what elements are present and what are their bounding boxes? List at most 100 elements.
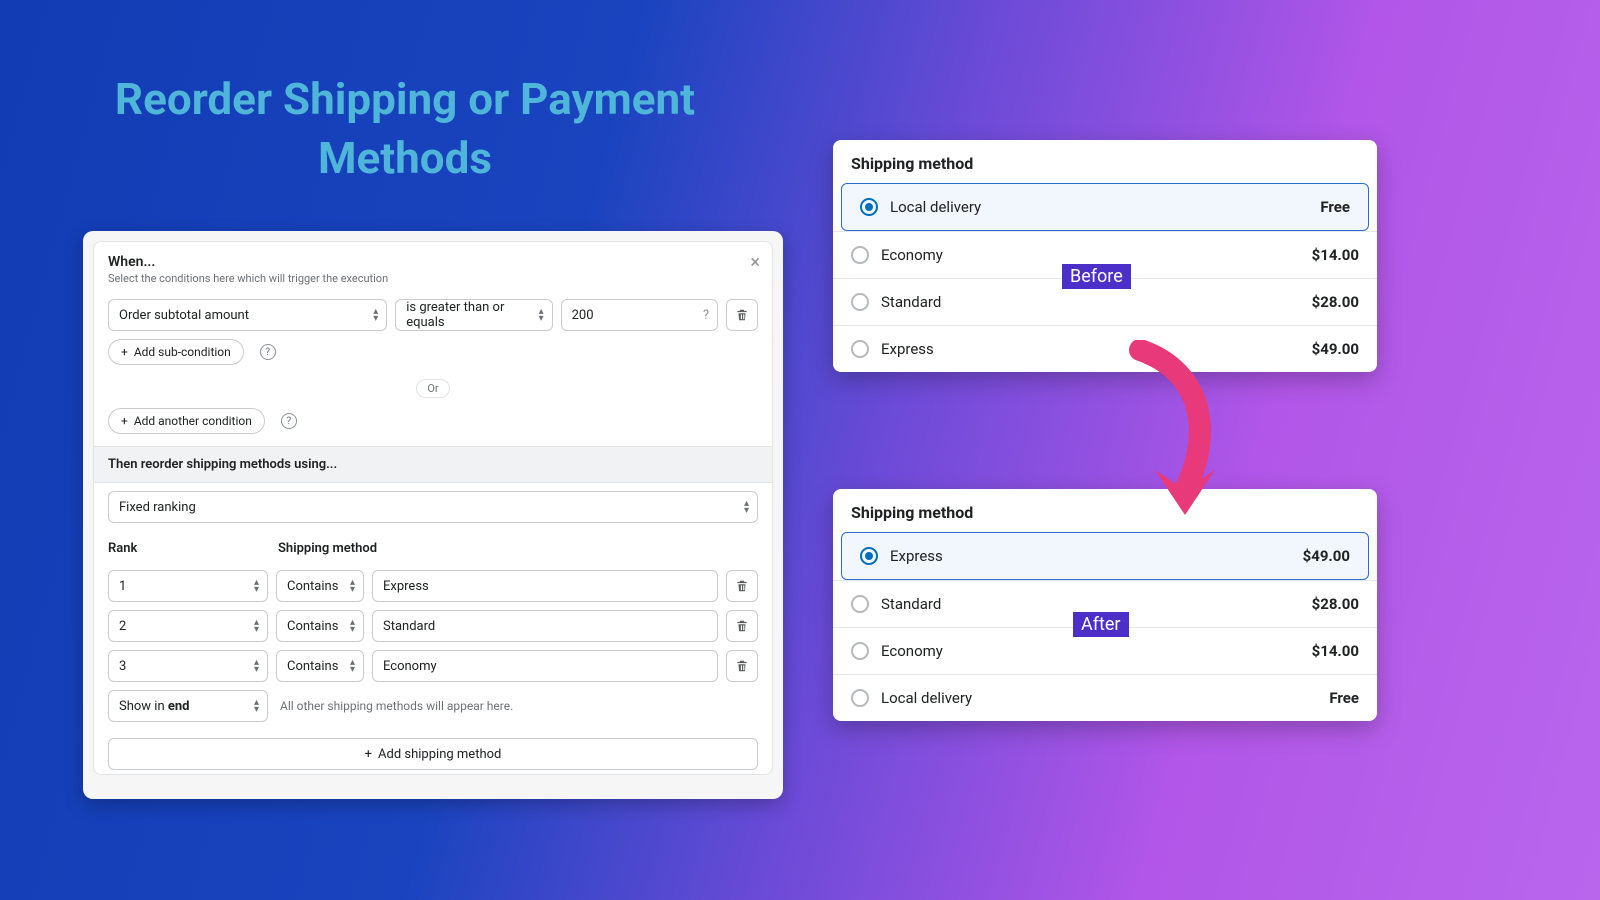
- select-value: 1: [119, 579, 126, 594]
- delete-condition-button[interactable]: [726, 299, 758, 331]
- show-in-end-hint: All other shipping methods will appear h…: [276, 699, 513, 713]
- shipping-option[interactable]: Express $49.00: [841, 532, 1369, 580]
- chevron-updown-icon: [539, 308, 544, 322]
- rank-row-end: Show in end All other shipping methods w…: [94, 686, 772, 730]
- delete-row-button[interactable]: [726, 570, 758, 602]
- trash-icon: [735, 659, 749, 673]
- column-rank-header: Rank: [108, 541, 278, 556]
- rank-select[interactable]: 1: [108, 570, 268, 602]
- chevron-updown-icon: [373, 308, 378, 322]
- condition-field-select[interactable]: Order subtotal amount: [108, 299, 387, 331]
- when-section: When... Select the conditions here which…: [93, 241, 773, 775]
- shipping-name: Economy: [881, 246, 943, 264]
- add-sub-condition-button[interactable]: + Add sub-condition: [108, 339, 244, 365]
- add-shipping-method-button[interactable]: + Add shipping method: [108, 738, 758, 770]
- condition-operator-select[interactable]: is greater than or equals: [395, 299, 552, 331]
- rank-select[interactable]: 3: [108, 650, 268, 682]
- page-title: Reorder Shipping or Payment Methods: [85, 70, 725, 189]
- chevron-updown-icon: [254, 699, 259, 713]
- shipping-price: $49.00: [1312, 340, 1359, 358]
- help-icon[interactable]: ?: [281, 413, 297, 429]
- add-another-condition-button[interactable]: + Add another condition: [108, 408, 265, 434]
- plus-icon: +: [121, 414, 128, 428]
- before-badge: Before: [1062, 264, 1131, 289]
- radio-icon: [860, 547, 878, 565]
- column-method-header: Shipping method: [278, 541, 758, 556]
- select-value: is greater than or equals: [406, 300, 541, 330]
- radio-icon: [851, 340, 869, 358]
- chevron-updown-icon: [254, 579, 259, 593]
- match-operator-select[interactable]: Contains: [276, 610, 364, 642]
- then-heading: Then reorder shipping methods using...: [94, 446, 772, 483]
- shipping-price: $14.00: [1312, 246, 1359, 264]
- button-label: Add sub-condition: [134, 345, 231, 359]
- rank-row: 3 Contains Economy: [94, 646, 772, 686]
- plus-icon: +: [365, 747, 372, 762]
- chevron-updown-icon: [350, 579, 355, 593]
- select-value: Fixed ranking: [119, 500, 196, 515]
- shipping-option[interactable]: Express $49.00: [833, 325, 1377, 372]
- trash-icon: [735, 619, 749, 633]
- shipping-price: $49.00: [1303, 547, 1350, 565]
- show-in-end-select[interactable]: Show in end: [108, 690, 268, 722]
- delete-row-button[interactable]: [726, 650, 758, 682]
- chevron-updown-icon: [254, 619, 259, 633]
- select-value: Contains: [287, 659, 338, 674]
- shipping-name: Standard: [881, 293, 941, 311]
- chevron-updown-icon: [254, 659, 259, 673]
- radio-icon: [851, 293, 869, 311]
- select-value: Contains: [287, 619, 338, 634]
- shipping-price: $14.00: [1312, 642, 1359, 660]
- shipping-option[interactable]: Local delivery Free: [833, 674, 1377, 721]
- when-heading: When...: [108, 254, 758, 270]
- trash-icon: [735, 308, 749, 322]
- rule-editor-panel: When... Select the conditions here which…: [83, 231, 783, 799]
- shipping-price: $28.00: [1312, 293, 1359, 311]
- or-separator: Or: [416, 379, 449, 398]
- condition-value-input[interactable]: 200 ?: [561, 299, 718, 331]
- shipping-name: Economy: [881, 642, 943, 660]
- help-icon[interactable]: ?: [260, 344, 276, 360]
- radio-icon: [860, 198, 878, 216]
- arrow-icon: [1120, 340, 1230, 530]
- rank-row: 1 Contains Express: [94, 566, 772, 606]
- after-badge: After: [1073, 612, 1129, 637]
- chevron-updown-icon: [744, 500, 749, 514]
- shipping-option[interactable]: Local delivery Free: [841, 183, 1369, 231]
- shipping-name: Local delivery: [890, 198, 981, 216]
- shipping-header: Shipping method: [833, 489, 1377, 532]
- method-name-input[interactable]: Express: [372, 570, 718, 602]
- chevron-updown-icon: [350, 619, 355, 633]
- radio-icon: [851, 642, 869, 660]
- shipping-header: Shipping method: [833, 140, 1377, 183]
- method-name-input[interactable]: Economy: [372, 650, 718, 682]
- match-operator-select[interactable]: Contains: [276, 570, 364, 602]
- radio-icon: [851, 246, 869, 264]
- when-description: Select the conditions here which will tr…: [108, 272, 758, 285]
- select-value: 2: [119, 619, 126, 634]
- shipping-price: Free: [1329, 689, 1359, 707]
- input-value: Economy: [383, 659, 437, 674]
- close-icon[interactable]: ×: [750, 254, 760, 272]
- shipping-price: Free: [1320, 198, 1350, 216]
- select-value: 3: [119, 659, 126, 674]
- method-name-input[interactable]: Standard: [372, 610, 718, 642]
- delete-row-button[interactable]: [726, 610, 758, 642]
- plus-icon: +: [121, 345, 128, 359]
- shipping-name: Express: [890, 547, 943, 565]
- rank-select[interactable]: 2: [108, 610, 268, 642]
- rank-row: 2 Contains Standard: [94, 606, 772, 646]
- input-value: Express: [383, 579, 429, 594]
- shipping-panel-after: Shipping method Express $49.00 Standard …: [833, 489, 1377, 721]
- select-value: Show in end: [119, 699, 190, 714]
- button-label: Add shipping method: [378, 747, 501, 762]
- shipping-price: $28.00: [1312, 595, 1359, 613]
- trash-icon: [735, 579, 749, 593]
- match-operator-select[interactable]: Contains: [276, 650, 364, 682]
- shipping-name: Local delivery: [881, 689, 972, 707]
- radio-icon: [851, 689, 869, 707]
- ranking-mode-select[interactable]: Fixed ranking: [108, 491, 758, 523]
- help-icon[interactable]: ?: [703, 308, 709, 323]
- button-label: Add another condition: [134, 414, 252, 428]
- chevron-updown-icon: [350, 659, 355, 673]
